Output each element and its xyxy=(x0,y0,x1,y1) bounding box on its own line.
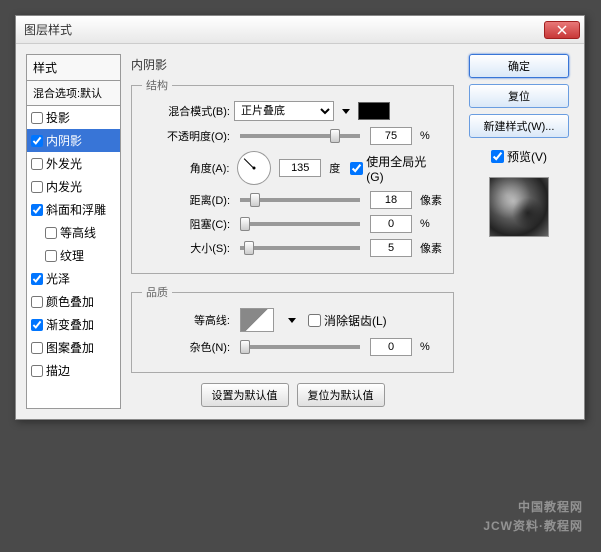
noise-input[interactable] xyxy=(370,338,412,356)
new-style-button[interactable]: 新建样式(W)... xyxy=(469,114,569,138)
style-item[interactable]: 等高线 xyxy=(27,221,120,244)
close-button[interactable] xyxy=(544,21,580,39)
distance-label: 距离(D): xyxy=(142,192,230,208)
distance-input[interactable] xyxy=(370,191,412,209)
styles-list: 样式 混合选项:默认 投影内阴影外发光内发光斜面和浮雕等高线纹理光泽颜色叠加渐变… xyxy=(26,54,121,409)
distance-unit: 像素 xyxy=(420,192,442,208)
dropdown-icon[interactable] xyxy=(288,318,296,323)
quality-legend: 品质 xyxy=(142,284,172,300)
style-label: 纹理 xyxy=(60,247,84,264)
opacity-input[interactable] xyxy=(370,127,412,145)
style-item[interactable]: 外发光 xyxy=(27,152,120,175)
global-light-checkbox[interactable]: 使用全局光(G) xyxy=(350,153,443,184)
style-checkbox[interactable] xyxy=(31,135,43,147)
reset-default-button[interactable]: 复位为默认值 xyxy=(297,383,385,407)
choke-input[interactable] xyxy=(370,215,412,233)
make-default-button[interactable]: 设置为默认值 xyxy=(201,383,289,407)
preview-swatch xyxy=(489,177,549,237)
blend-options-header[interactable]: 混合选项:默认 xyxy=(27,81,120,106)
size-slider[interactable] xyxy=(240,246,360,250)
size-unit: 像素 xyxy=(420,240,442,256)
style-checkbox[interactable] xyxy=(31,342,43,354)
choke-label: 阻塞(C): xyxy=(142,216,230,232)
style-checkbox[interactable] xyxy=(31,158,43,170)
ok-button[interactable]: 确定 xyxy=(469,54,569,78)
style-item[interactable]: 内发光 xyxy=(27,175,120,198)
choke-slider[interactable] xyxy=(240,222,360,226)
noise-label: 杂色(N): xyxy=(142,339,230,355)
styles-header[interactable]: 样式 xyxy=(27,55,120,81)
style-item[interactable]: 斜面和浮雕 xyxy=(27,198,120,221)
opacity-unit: % xyxy=(420,130,430,142)
antialias-checkbox[interactable]: 消除锯齿(L) xyxy=(308,312,387,329)
style-item[interactable]: 光泽 xyxy=(27,267,120,290)
dropdown-icon xyxy=(342,109,350,114)
angle-label: 角度(A): xyxy=(142,160,229,176)
style-label: 描边 xyxy=(46,362,70,379)
structure-group: 结构 混合模式(B): 正片叠底 不透明度(O): % 角度(A): xyxy=(131,77,454,274)
style-item[interactable]: 渐变叠加 xyxy=(27,313,120,336)
style-item[interactable]: 图案叠加 xyxy=(27,336,120,359)
style-label: 投影 xyxy=(46,109,70,126)
watermark: 中国教程网 JCW资料·教程网 xyxy=(483,491,583,534)
window-title: 图层样式 xyxy=(24,21,72,38)
shadow-color-swatch[interactable] xyxy=(358,102,390,120)
structure-legend: 结构 xyxy=(142,77,172,93)
size-input[interactable] xyxy=(370,239,412,257)
preview-checkbox[interactable]: 预览(V) xyxy=(491,148,547,165)
style-label: 颜色叠加 xyxy=(46,293,94,310)
angle-input[interactable] xyxy=(279,159,321,177)
layer-style-dialog: 图层样式 样式 混合选项:默认 投影内阴影外发光内发光斜面和浮雕等高线纹理光泽颜… xyxy=(15,15,585,420)
style-label: 光泽 xyxy=(46,270,70,287)
opacity-label: 不透明度(O): xyxy=(142,128,230,144)
angle-dial[interactable] xyxy=(237,151,271,185)
style-label: 图案叠加 xyxy=(46,339,94,356)
style-checkbox[interactable] xyxy=(31,273,43,285)
style-checkbox[interactable] xyxy=(31,204,43,216)
choke-unit: % xyxy=(420,218,430,230)
titlebar[interactable]: 图层样式 xyxy=(16,16,584,44)
reset-button[interactable]: 复位 xyxy=(469,84,569,108)
distance-slider[interactable] xyxy=(240,198,360,202)
style-checkbox[interactable] xyxy=(31,365,43,377)
noise-unit: % xyxy=(420,341,430,353)
style-checkbox[interactable] xyxy=(31,181,43,193)
style-checkbox[interactable] xyxy=(45,227,57,239)
style-item[interactable]: 颜色叠加 xyxy=(27,290,120,313)
style-item[interactable]: 纹理 xyxy=(27,244,120,267)
contour-label: 等高线: xyxy=(142,312,230,328)
contour-picker[interactable] xyxy=(240,308,274,332)
style-item[interactable]: 描边 xyxy=(27,359,120,382)
noise-slider[interactable] xyxy=(240,345,360,349)
dialog-body: 样式 混合选项:默认 投影内阴影外发光内发光斜面和浮雕等高线纹理光泽颜色叠加渐变… xyxy=(16,44,584,419)
close-icon xyxy=(557,25,567,35)
style-label: 外发光 xyxy=(46,155,82,172)
effect-title: 内阴影 xyxy=(131,56,454,73)
style-checkbox[interactable] xyxy=(45,250,57,262)
style-item[interactable]: 内阴影 xyxy=(27,129,120,152)
style-checkbox[interactable] xyxy=(31,296,43,308)
style-label: 等高线 xyxy=(60,224,96,241)
blend-mode-label: 混合模式(B): xyxy=(142,103,230,119)
style-label: 斜面和浮雕 xyxy=(46,201,106,218)
quality-group: 品质 等高线: 消除锯齿(L) 杂色(N): % xyxy=(131,284,454,373)
style-label: 渐变叠加 xyxy=(46,316,94,333)
style-checkbox[interactable] xyxy=(31,112,43,124)
size-label: 大小(S): xyxy=(142,240,230,256)
angle-unit: 度 xyxy=(329,160,340,176)
style-item[interactable]: 投影 xyxy=(27,106,120,129)
style-label: 内阴影 xyxy=(46,132,82,149)
style-checkbox[interactable] xyxy=(31,319,43,331)
action-panel: 确定 复位 新建样式(W)... 预览(V) xyxy=(464,54,574,409)
blend-mode-select[interactable]: 正片叠底 xyxy=(234,101,334,121)
style-label: 内发光 xyxy=(46,178,82,195)
effect-settings-panel: 内阴影 结构 混合模式(B): 正片叠底 不透明度(O): % 角度(A): xyxy=(129,54,456,409)
opacity-slider[interactable] xyxy=(240,134,360,138)
